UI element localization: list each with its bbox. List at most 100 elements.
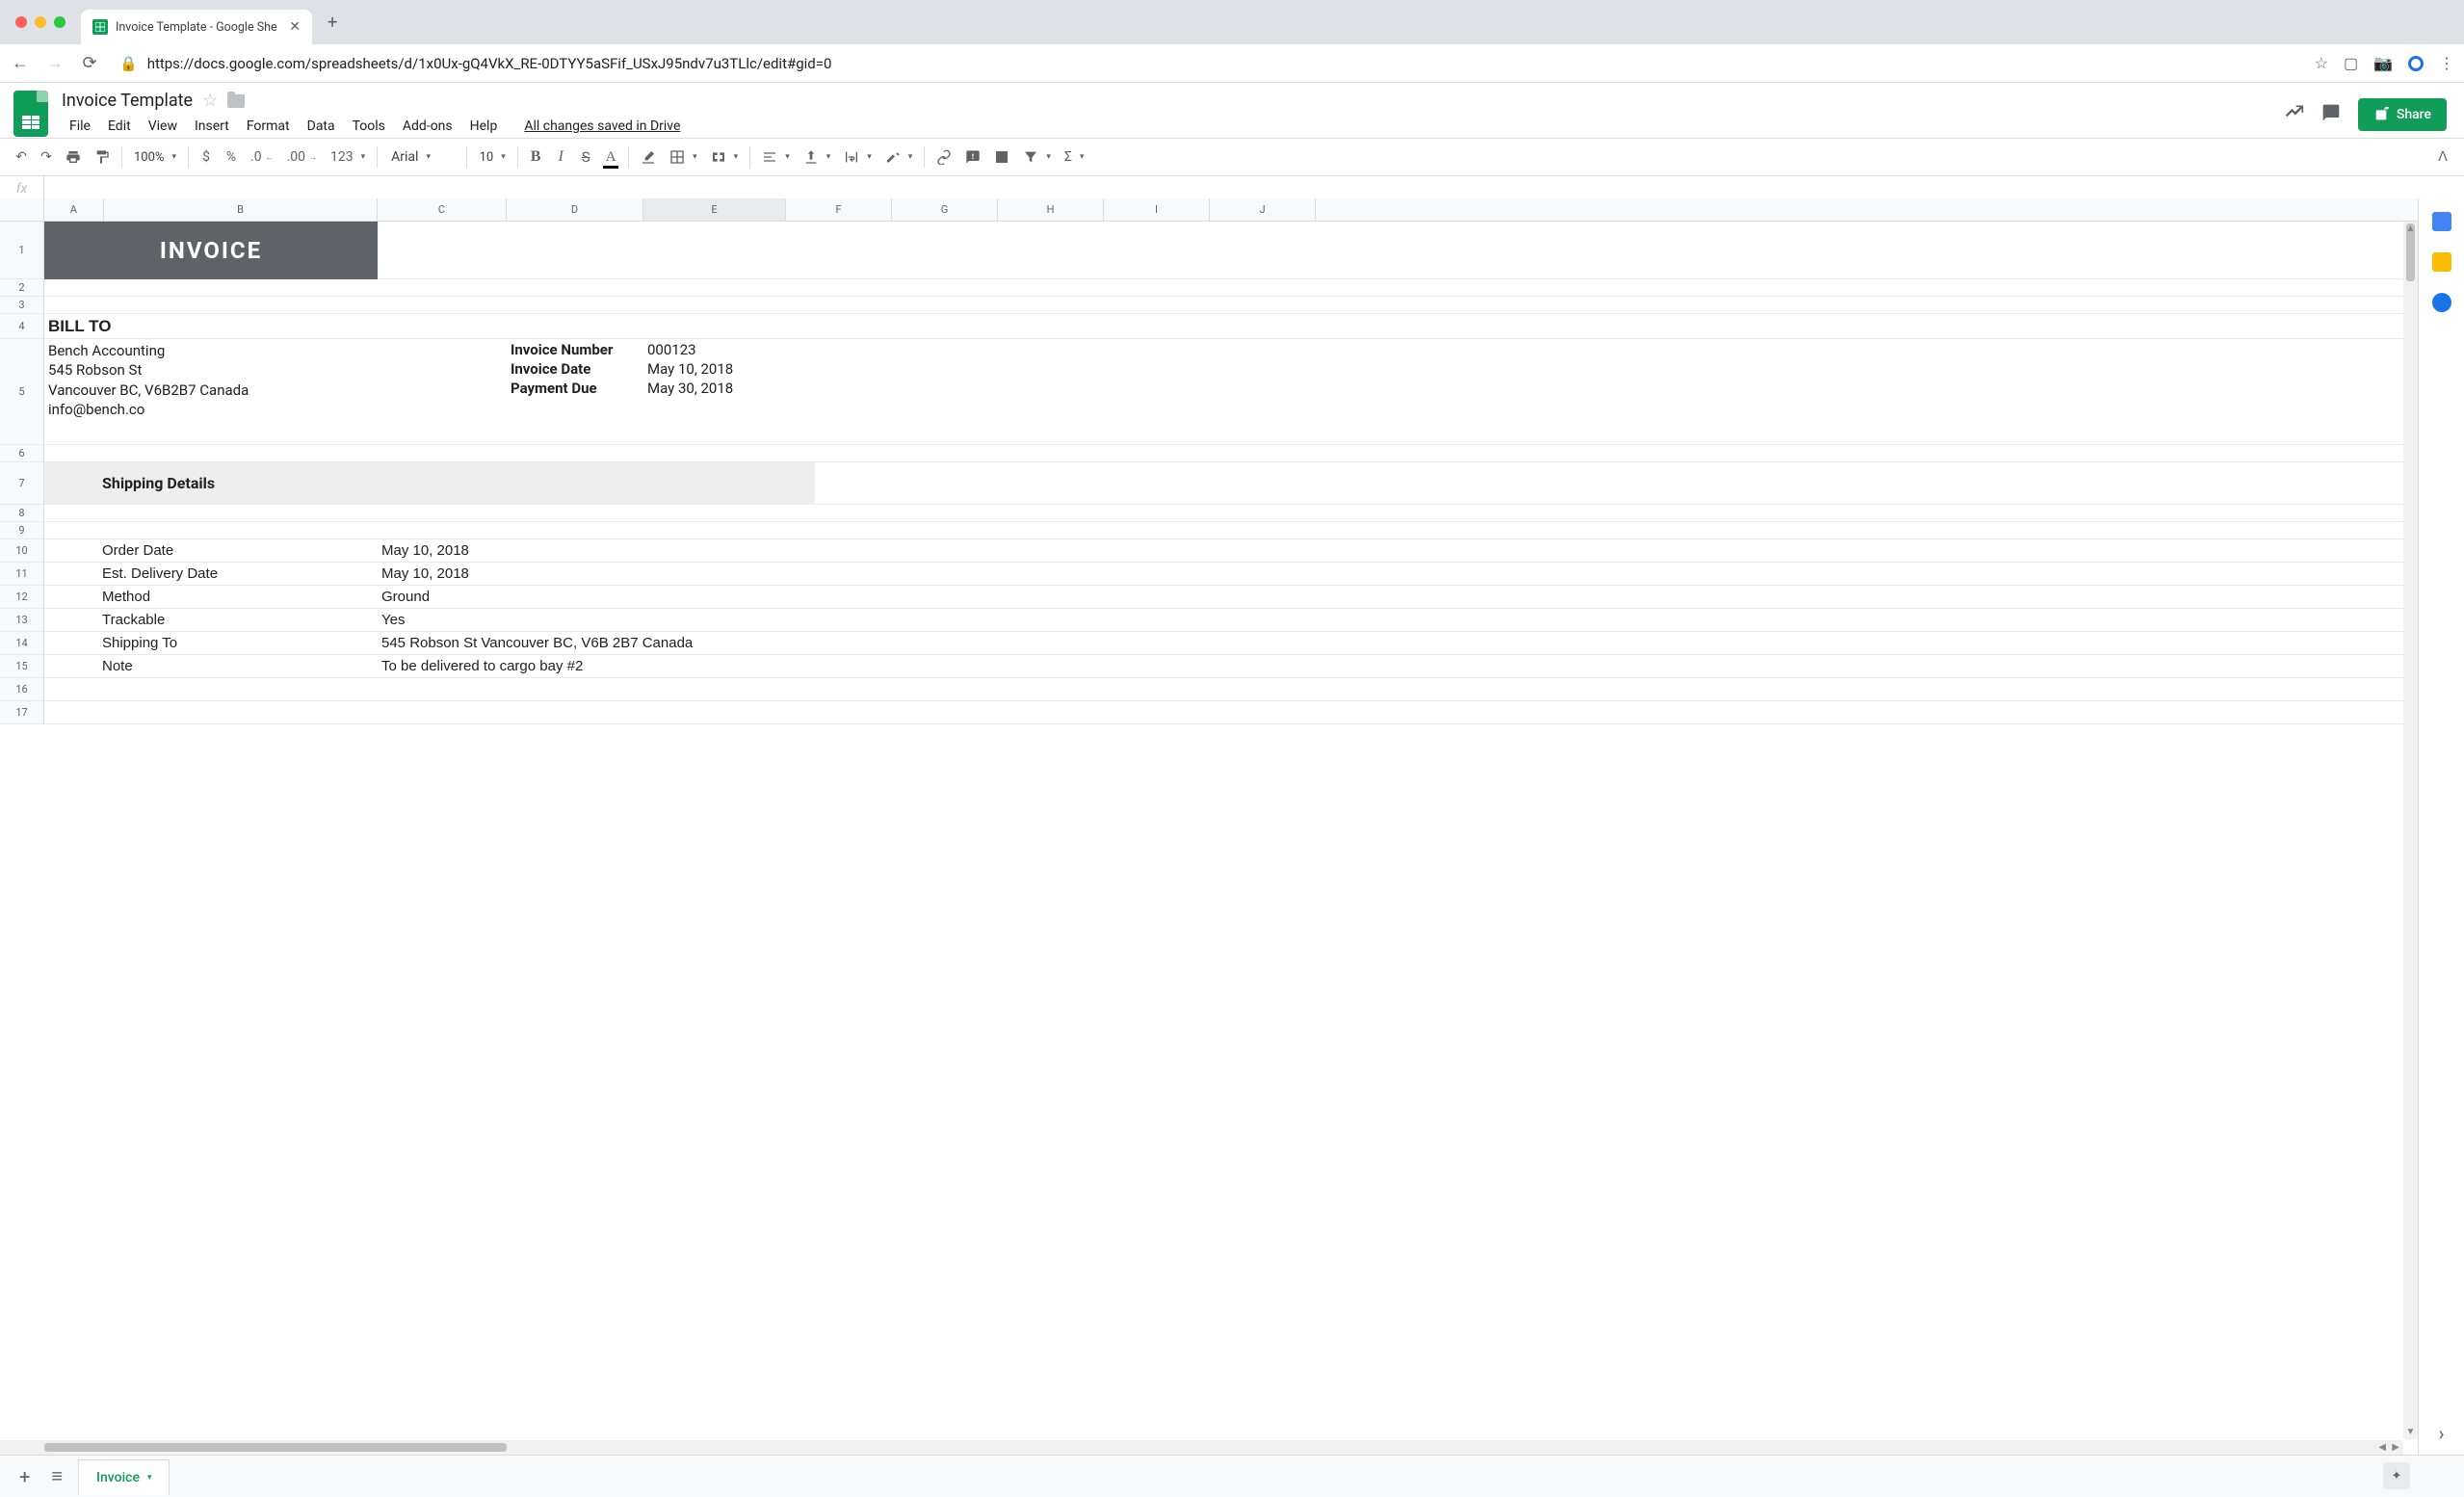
row-11[interactable]: 11 — [0, 563, 44, 585]
cell-A17[interactable] — [44, 701, 1200, 723]
cell-E5[interactable]: 000123 May 10, 2018 May 30, 2018 — [643, 339, 786, 444]
cell-A1[interactable]: INVOICE — [44, 222, 379, 278]
col-F[interactable]: F — [786, 198, 892, 221]
row-3[interactable]: 3 — [0, 297, 44, 313]
collapse-toolbar-button[interactable]: ᐱ — [2431, 145, 2454, 169]
ship-val-5[interactable]: To be delivered to cargo bay #2 — [378, 655, 1052, 677]
col-G[interactable]: G — [892, 198, 998, 221]
cell-A3[interactable] — [44, 297, 1200, 313]
sheet-tab-invoice[interactable]: Invoice — [78, 1459, 170, 1495]
ship-val-4[interactable]: 545 Robson St Vancouver BC, V6B 2B7 Cana… — [378, 632, 1052, 654]
undo-button[interactable]: ↶ — [10, 145, 33, 169]
cell-A9[interactable] — [44, 522, 1200, 538]
number-format-select[interactable]: 123 — [325, 145, 371, 169]
vscroll-down-icon[interactable]: ▼ — [2403, 1427, 2418, 1437]
horizontal-scrollbar[interactable]: ◀ ▶ — [0, 1440, 2403, 1455]
hscroll-left-icon[interactable]: ◀ — [2378, 1442, 2386, 1453]
menu-data[interactable]: Data — [300, 115, 343, 138]
hscroll-right-icon[interactable]: ▶ — [2392, 1442, 2399, 1453]
col-D[interactable]: D — [507, 198, 643, 221]
explore-button[interactable]: ✦ — [2383, 1462, 2410, 1489]
row-13[interactable]: 13 — [0, 609, 44, 631]
functions-button[interactable]: Σ — [1059, 145, 1090, 169]
star-icon[interactable]: ☆ — [202, 91, 218, 111]
col-H[interactable]: H — [998, 198, 1104, 221]
sheets-logo-icon[interactable] — [13, 91, 48, 137]
save-status[interactable]: All changes saved in Drive — [516, 115, 688, 138]
col-C[interactable]: C — [378, 198, 507, 221]
profile-icon[interactable] — [2408, 56, 2424, 71]
chart-button[interactable] — [988, 145, 1015, 169]
borders-button[interactable] — [664, 145, 703, 169]
percent-button[interactable]: % — [220, 145, 243, 169]
cell-A8[interactable] — [44, 505, 1200, 521]
link-button[interactable] — [931, 145, 957, 169]
row-6[interactable]: 6 — [0, 445, 44, 461]
text-color-button[interactable]: A — [599, 145, 622, 170]
doc-title[interactable]: Invoice Template — [62, 91, 193, 111]
activity-icon[interactable] — [2285, 103, 2304, 127]
comment-button[interactable] — [959, 145, 986, 169]
ship-val-0[interactable]: May 10, 2018 — [378, 539, 1052, 562]
ship-label-1[interactable]: Est. Delivery Date — [44, 563, 378, 585]
cell-A16[interactable] — [44, 678, 1200, 700]
cell-D5[interactable]: Invoice Number Invoice Date Payment Due — [507, 339, 643, 444]
row-1[interactable]: 1 — [0, 222, 44, 278]
all-sheets-button[interactable]: ≡ — [45, 1460, 68, 1492]
maximize-window-icon[interactable] — [54, 16, 66, 28]
bookmark-star-icon[interactable]: ☆ — [2315, 54, 2328, 72]
select-all-corner[interactable] — [0, 198, 44, 221]
menu-tools[interactable]: Tools — [345, 115, 393, 138]
menu-view[interactable]: View — [141, 115, 185, 138]
font-size-select[interactable]: 10 — [473, 146, 511, 169]
row-2[interactable]: 2 — [0, 279, 44, 296]
tasks-icon[interactable] — [2432, 293, 2451, 312]
vertical-scrollbar[interactable]: ▲ ▼ — [2403, 222, 2418, 1439]
ship-label-4[interactable]: Shipping To — [44, 632, 378, 654]
cell-A6[interactable] — [44, 445, 1200, 461]
rotate-button[interactable] — [879, 145, 919, 169]
ship-val-1[interactable]: May 10, 2018 — [378, 563, 1052, 585]
increase-decimal-button[interactable]: .00→ — [281, 145, 323, 169]
share-button[interactable]: Share — [2358, 98, 2447, 131]
col-E[interactable]: E — [643, 198, 786, 221]
row-4[interactable]: 4 — [0, 314, 44, 338]
move-folder-icon[interactable] — [227, 94, 245, 108]
row-9[interactable]: 9 — [0, 522, 44, 538]
menu-addons[interactable]: Add-ons — [395, 115, 460, 138]
font-select[interactable]: Arial — [383, 145, 460, 169]
comments-icon[interactable] — [2321, 103, 2341, 127]
row-16[interactable]: 16 — [0, 678, 44, 700]
row-14[interactable]: 14 — [0, 632, 44, 654]
cell-billto-label[interactable]: BILL TO — [44, 314, 1200, 338]
browser-tab[interactable]: Invoice Template - Google She ✕ — [81, 10, 312, 44]
col-J[interactable]: J — [1210, 198, 1316, 221]
formula-input[interactable] — [44, 176, 2464, 200]
ship-label-2[interactable]: Method — [44, 586, 378, 608]
row-12[interactable]: 12 — [0, 586, 44, 608]
close-window-icon[interactable] — [15, 16, 27, 28]
ship-label-0[interactable]: Order Date — [44, 539, 378, 562]
cell-A2[interactable] — [44, 279, 1200, 296]
cell-C5[interactable] — [378, 339, 507, 444]
expand-panel-icon[interactable]: › — [2438, 1422, 2444, 1445]
redo-button[interactable]: ↷ — [35, 145, 58, 169]
new-tab-button[interactable]: + — [312, 13, 353, 33]
row-10[interactable]: 10 — [0, 539, 44, 562]
print-button[interactable] — [60, 145, 87, 169]
decrease-decimal-button[interactable]: .0← — [245, 145, 279, 169]
row-5[interactable]: 5 — [0, 339, 44, 444]
row-17[interactable]: 17 — [0, 701, 44, 723]
row-7[interactable]: 7 — [0, 462, 44, 504]
cell-A7[interactable]: Shipping Details — [44, 462, 816, 504]
strikethrough-button[interactable]: S — [574, 144, 597, 170]
cell-A5[interactable]: Bench Accounting 545 Robson St Vancouver… — [44, 339, 378, 444]
menu-insert[interactable]: Insert — [187, 115, 237, 138]
merge-button[interactable] — [705, 145, 745, 169]
col-I[interactable]: I — [1104, 198, 1210, 221]
tab-close-icon[interactable]: ✕ — [289, 19, 301, 35]
filter-button[interactable] — [1017, 145, 1057, 169]
calendar-icon[interactable] — [2432, 212, 2451, 231]
browser-menu-icon[interactable]: ⋮ — [2439, 54, 2454, 72]
menu-edit[interactable]: Edit — [100, 115, 139, 138]
